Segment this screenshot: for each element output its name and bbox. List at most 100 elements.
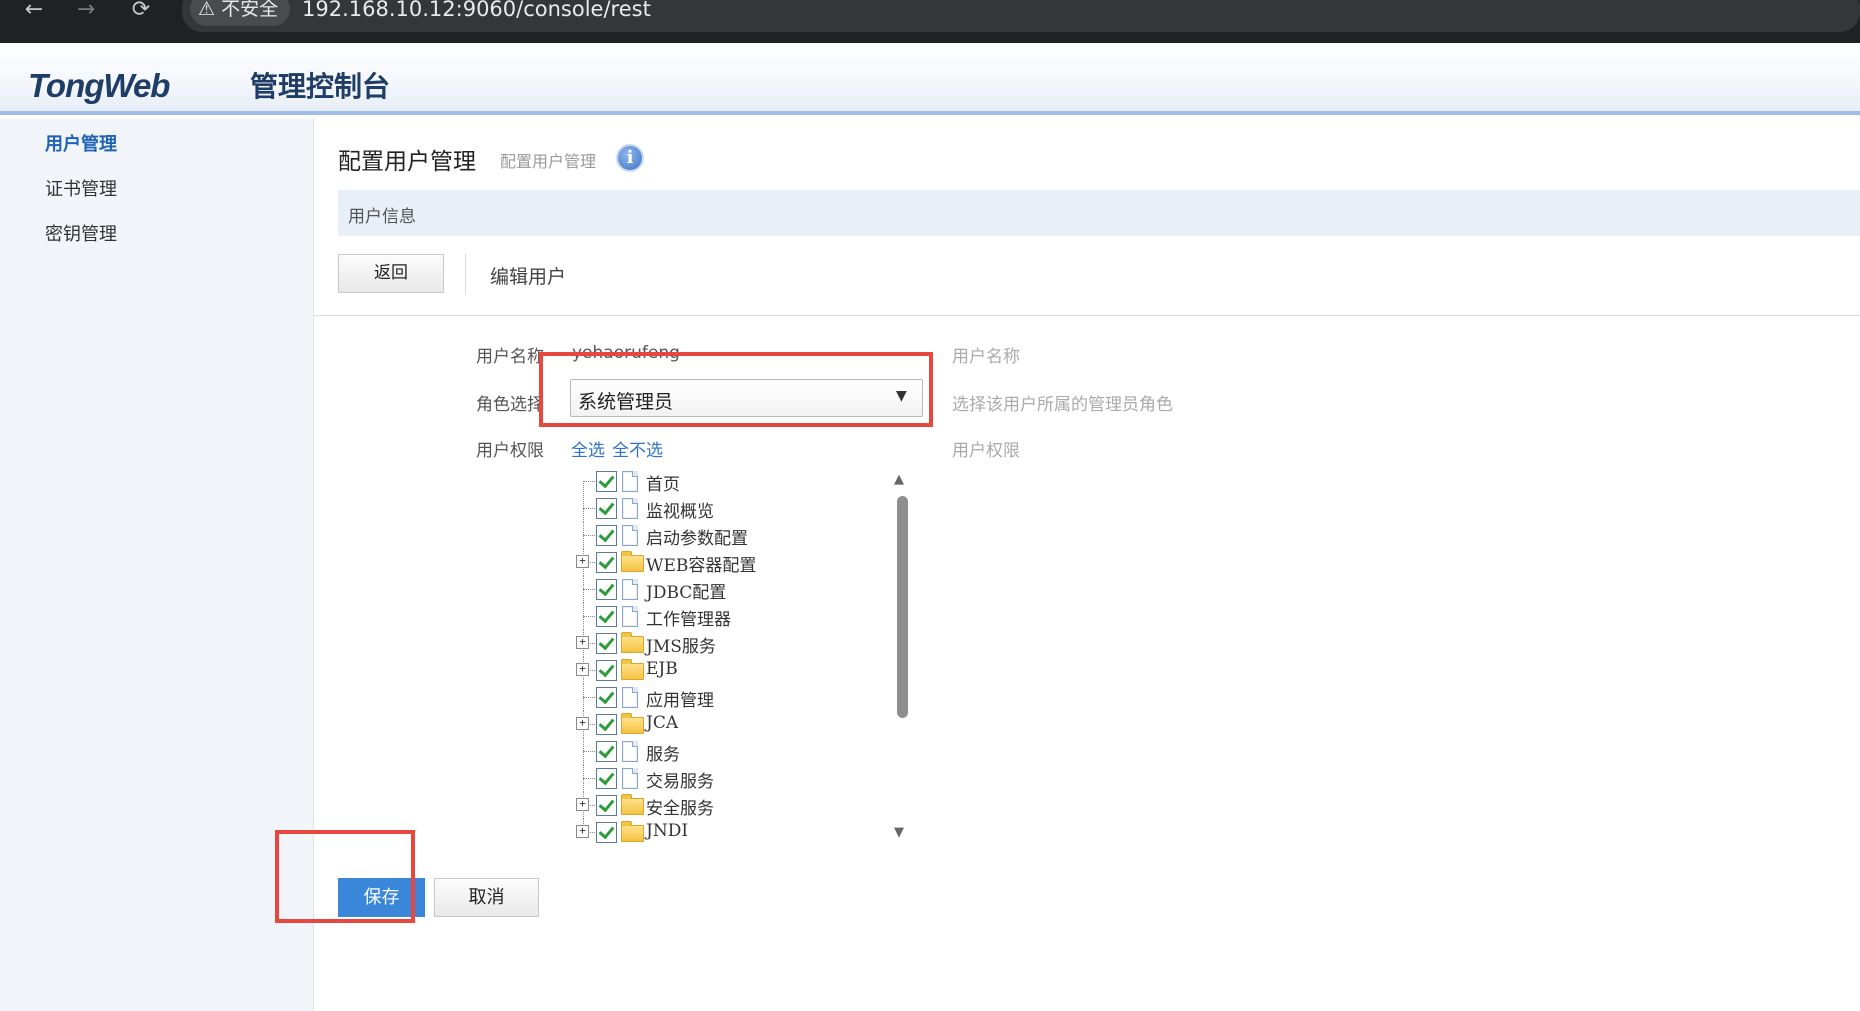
reload-icon[interactable]: ⟳	[127, 0, 155, 21]
expand-plus-icon[interactable]: +	[576, 663, 589, 676]
document-icon	[622, 579, 638, 600]
tree-item-label[interactable]: JDBC配置	[646, 578, 726, 603]
sidebar	[0, 119, 314, 1011]
folder-icon	[621, 659, 644, 680]
folder-icon	[621, 632, 644, 653]
tree-item[interactable]: 监视概览	[574, 495, 914, 522]
expand-plus-icon[interactable]: +	[576, 717, 589, 730]
permission-checkbox[interactable]	[596, 741, 617, 762]
tree-item[interactable]: JDBC配置	[574, 576, 914, 603]
document-icon	[622, 525, 638, 546]
tree-item-label[interactable]: JNDI	[646, 821, 688, 841]
select-none-link[interactable]: 全不选	[612, 436, 663, 461]
tree-item-label[interactable]: JCA	[646, 713, 678, 733]
tree-item-label[interactable]: 工作管理器	[646, 605, 731, 630]
section-title: 用户信息	[348, 207, 416, 227]
scroll-down-arrow-icon[interactable]: ▼	[894, 825, 904, 840]
permissions-help: 用户权限	[952, 441, 1020, 461]
scroll-up-arrow-icon[interactable]: ▲	[894, 472, 904, 487]
page-title: 配置用户管理	[338, 149, 476, 175]
app-header: TongWeb 管理控制台	[0, 43, 1860, 115]
tree-connector	[583, 751, 595, 752]
sidebar-item-key-management[interactable]: 密钥管理	[45, 220, 117, 246]
info-icon[interactable]: i	[616, 144, 644, 172]
permission-checkbox[interactable]	[596, 714, 617, 735]
page-subtitle: 配置用户管理	[500, 152, 597, 171]
folder-icon	[621, 821, 644, 842]
tree-item[interactable]: 应用管理	[574, 684, 914, 711]
tree-item[interactable]: 交易服务	[574, 765, 914, 792]
back-arrow-icon[interactable]: ←	[20, 0, 48, 21]
warning-icon: ⚠	[198, 0, 216, 20]
expand-plus-icon[interactable]: +	[576, 798, 589, 811]
sidebar-item-user-management[interactable]: 用户管理	[45, 130, 117, 156]
username-help: 用户名称	[952, 347, 1020, 367]
tree-item-label[interactable]: 应用管理	[646, 686, 714, 711]
tree-item-label[interactable]: 监视概览	[646, 497, 714, 522]
permission-checkbox[interactable]	[596, 768, 617, 789]
folder-icon	[621, 713, 644, 734]
toolbar-divider-line	[314, 315, 1860, 316]
tree-item[interactable]: 工作管理器	[574, 603, 914, 630]
role-highlight-box	[539, 352, 933, 427]
expand-plus-icon[interactable]: +	[576, 555, 589, 568]
tree-item[interactable]: 首页	[574, 468, 914, 508]
tree-item[interactable]: + JNDI	[574, 819, 914, 843]
tree-connector	[583, 589, 595, 590]
tree-item-label[interactable]: 首页	[646, 470, 680, 495]
back-button[interactable]: 返回	[338, 254, 444, 293]
permission-checkbox[interactable]	[596, 552, 617, 573]
permission-checkbox[interactable]	[596, 687, 617, 708]
tree-item-label[interactable]: WEB容器配置	[646, 551, 756, 576]
permission-checkbox[interactable]	[596, 795, 617, 816]
tree-item-label[interactable]: 交易服务	[646, 767, 714, 792]
permission-checkbox[interactable]	[596, 606, 617, 627]
permission-checkbox[interactable]	[596, 525, 617, 546]
logo: TongWeb	[28, 67, 170, 104]
permissions-label: 用户权限	[476, 441, 544, 461]
tree-item[interactable]: 服务	[574, 738, 914, 765]
tree-item[interactable]: + EJB	[574, 657, 914, 684]
cancel-button[interactable]: 取消	[434, 878, 539, 917]
tree-item-label[interactable]: JMS服务	[646, 632, 716, 657]
username-label: 用户名称	[476, 347, 544, 367]
expand-plus-icon[interactable]: +	[576, 825, 589, 838]
tree-connector	[583, 697, 595, 698]
tree-connector	[583, 481, 595, 482]
select-all-link[interactable]: 全选	[571, 436, 605, 461]
url-text[interactable]: 192.168.10.12:9060/console/rest	[302, 0, 651, 22]
document-icon	[622, 606, 638, 627]
document-icon	[622, 687, 638, 708]
permission-tree[interactable]: 首页 监视概览 启动参数配置 + WEB容器配置 JDBC配置 工作管理器 + JMS服务 + EJ…	[574, 468, 914, 843]
document-icon	[622, 768, 638, 789]
tree-item[interactable]: 启动参数配置	[574, 522, 914, 549]
sidebar-item-certificate-management[interactable]: 证书管理	[45, 175, 117, 201]
folder-icon	[621, 551, 644, 572]
permission-checkbox[interactable]	[596, 471, 617, 492]
permission-checkbox[interactable]	[596, 633, 617, 654]
expand-plus-icon[interactable]: +	[576, 636, 589, 649]
tree-item-label[interactable]: 安全服务	[646, 794, 714, 819]
security-label: 不安全	[221, 0, 279, 20]
permission-checkbox[interactable]	[596, 822, 617, 843]
permission-checkbox[interactable]	[596, 498, 617, 519]
tree-item[interactable]: + JMS服务	[574, 630, 914, 657]
forward-arrow-icon[interactable]: →	[72, 0, 100, 21]
tree-item[interactable]: + JCA	[574, 711, 914, 738]
permission-checkbox[interactable]	[596, 660, 617, 681]
logo-subtitle: 管理控制台	[250, 70, 391, 103]
permission-checkbox[interactable]	[596, 579, 617, 600]
security-indicator[interactable]: ⚠ 不安全	[190, 0, 290, 26]
tree-item-label[interactable]: EJB	[646, 659, 678, 679]
tree-item[interactable]: + 安全服务	[574, 792, 914, 819]
tree-item[interactable]: + WEB容器配置	[574, 549, 914, 576]
scrollbar-thumb[interactable]	[897, 496, 908, 718]
tree-connector	[583, 508, 595, 509]
tree-item-label[interactable]: 服务	[646, 740, 680, 765]
folder-icon	[621, 794, 644, 815]
document-icon	[622, 498, 638, 519]
tree-connector	[583, 778, 595, 779]
tree-item-label[interactable]: 启动参数配置	[646, 524, 748, 549]
section-header	[338, 190, 1860, 236]
document-icon	[622, 741, 638, 762]
